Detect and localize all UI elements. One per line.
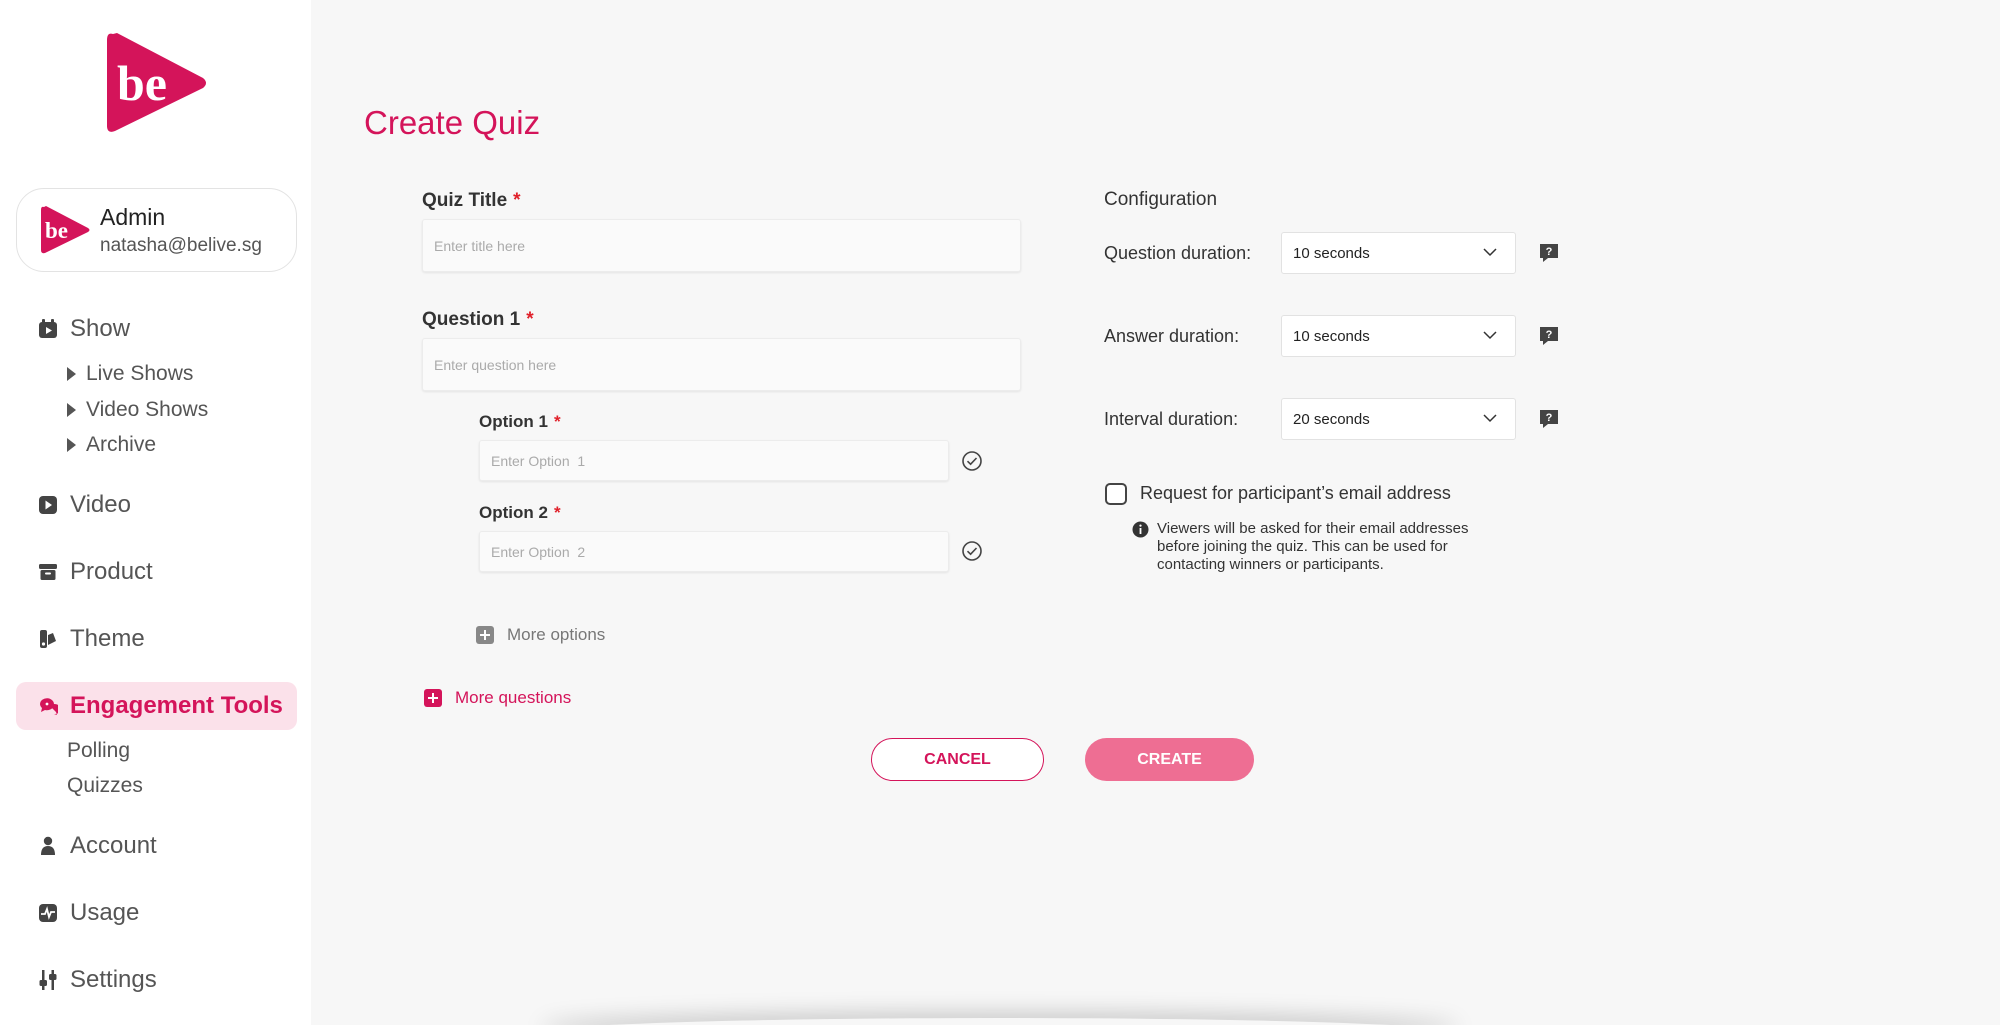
nav-live-shows-label: Live Shows (86, 362, 194, 385)
chevron-down-icon (1483, 248, 1497, 257)
info-icon (1132, 521, 1149, 538)
bottom-panel-edge (540, 1018, 1460, 1025)
answer-duration-value: 10 seconds (1293, 328, 1370, 345)
nav-account-label: Account (70, 832, 157, 859)
nav-settings[interactable]: Settings (16, 956, 297, 1004)
nav-show[interactable]: Show (16, 305, 297, 353)
interval-duration-value: 20 seconds (1293, 411, 1370, 428)
nav-show-label: Show (70, 315, 131, 342)
person-icon (41, 836, 55, 855)
chevron-down-icon (1483, 331, 1497, 340)
nav-video-shows-label: Video Shows (86, 398, 209, 421)
question-duration-select[interactable]: 10 seconds (1281, 232, 1516, 274)
page-title: Create Quiz (364, 104, 541, 141)
answer-duration-select[interactable]: 10 seconds (1281, 315, 1516, 357)
option-1-label: Option 1 * (479, 412, 561, 432)
question-1-input[interactable] (422, 338, 1021, 391)
palette-icon (40, 630, 56, 648)
option-2-label-text: Option 2 (479, 503, 548, 522)
plus-icon (476, 626, 494, 644)
correct-answer-check-icon[interactable] (961, 450, 983, 472)
plus-icon (424, 689, 442, 707)
answer-duration-label: Answer duration: (1104, 326, 1240, 346)
calendar-play-icon (39, 319, 57, 338)
nav-archive-label: Archive (86, 433, 157, 456)
svg-text:?: ? (1546, 412, 1553, 424)
nav-account[interactable]: Account (16, 822, 297, 870)
sliders-icon (39, 970, 57, 990)
archive-box-icon (39, 564, 57, 580)
belive-logo[interactable]: be (105, 30, 209, 136)
option-1-input[interactable] (479, 440, 949, 481)
required-asterisk: * (513, 190, 521, 211)
quiz-title-label: Quiz Title * (422, 190, 521, 212)
nav-product[interactable]: Product (16, 548, 297, 596)
nav-product-label: Product (70, 558, 153, 585)
svg-text:?: ? (1546, 246, 1553, 258)
nav-settings-label: Settings (70, 966, 157, 993)
activity-chart-icon (39, 904, 57, 922)
nav-engagement-tools-label: Engagement Tools (70, 692, 283, 719)
nav-live-shows[interactable]: Live Shows (67, 359, 193, 389)
caret-right-icon (67, 438, 76, 452)
video-play-icon (39, 496, 57, 514)
nav-polling[interactable]: Polling (67, 739, 130, 763)
quiz-title-input[interactable] (422, 219, 1021, 272)
help-icon[interactable]: ? (1538, 408, 1560, 430)
interval-duration-select[interactable]: 20 seconds (1281, 398, 1516, 440)
svg-text:?: ? (1546, 329, 1553, 341)
email-info-text: Viewers will be asked for their email ad… (1157, 520, 1469, 573)
nav-video[interactable]: Video (16, 481, 297, 529)
configuration-heading: Configuration (1104, 189, 1218, 210)
svg-text:be: be (45, 218, 68, 243)
sidebar: be be Admin natasha@belive.sg Show Live … (0, 0, 311, 1025)
user-profile-card[interactable]: be Admin natasha@belive.sg (16, 188, 297, 272)
question-duration-label: Question duration: (1104, 243, 1252, 263)
nav-usage[interactable]: Usage (16, 889, 297, 937)
required-asterisk: * (526, 309, 534, 330)
chevron-down-icon (1483, 414, 1497, 423)
nav-video-label: Video (70, 491, 131, 518)
question-duration-value: 10 seconds (1293, 245, 1370, 262)
caret-right-icon (67, 367, 76, 381)
user-name: Admin (100, 204, 166, 230)
help-icon[interactable]: ? (1538, 242, 1560, 264)
help-icon[interactable]: ? (1538, 325, 1560, 347)
required-asterisk: * (553, 412, 561, 431)
required-asterisk: * (553, 503, 561, 522)
question-1-label: Question 1 * (422, 309, 534, 331)
nav-archive[interactable]: Archive (67, 430, 156, 460)
more-questions-button[interactable]: More questions (424, 688, 571, 708)
cancel-button[interactable]: CANCEL (871, 738, 1044, 781)
nav-engagement-tools[interactable]: Engagement Tools (16, 682, 297, 730)
chat-bubbles-icon (40, 698, 58, 715)
option-2-input[interactable] (479, 531, 949, 572)
request-email-label[interactable]: Request for participant’s email address (1140, 483, 1451, 504)
option-1-label-text: Option 1 (479, 412, 548, 431)
nav-quizzes[interactable]: Quizzes (67, 774, 143, 798)
more-questions-label: More questions (455, 688, 572, 707)
request-email-checkbox[interactable] (1105, 483, 1127, 505)
nav-theme[interactable]: Theme (16, 615, 297, 663)
create-button[interactable]: CREATE (1085, 738, 1254, 781)
correct-answer-check-icon[interactable] (961, 540, 983, 562)
avatar: be (41, 206, 90, 254)
nav-video-shows[interactable]: Video Shows (67, 395, 208, 425)
svg-text:be: be (117, 55, 167, 111)
user-email: natasha@belive.sg (100, 235, 262, 256)
interval-duration-label: Interval duration: (1104, 409, 1239, 429)
question-1-label-text: Question 1 (422, 309, 521, 330)
quiz-title-label-text: Quiz Title (422, 190, 508, 211)
more-options-label: More options (507, 625, 606, 644)
more-options-button[interactable]: More options (476, 625, 605, 645)
nav-usage-label: Usage (70, 899, 140, 926)
caret-right-icon (67, 403, 76, 417)
nav-theme-label: Theme (70, 625, 145, 652)
option-2-label: Option 2 * (479, 503, 561, 523)
